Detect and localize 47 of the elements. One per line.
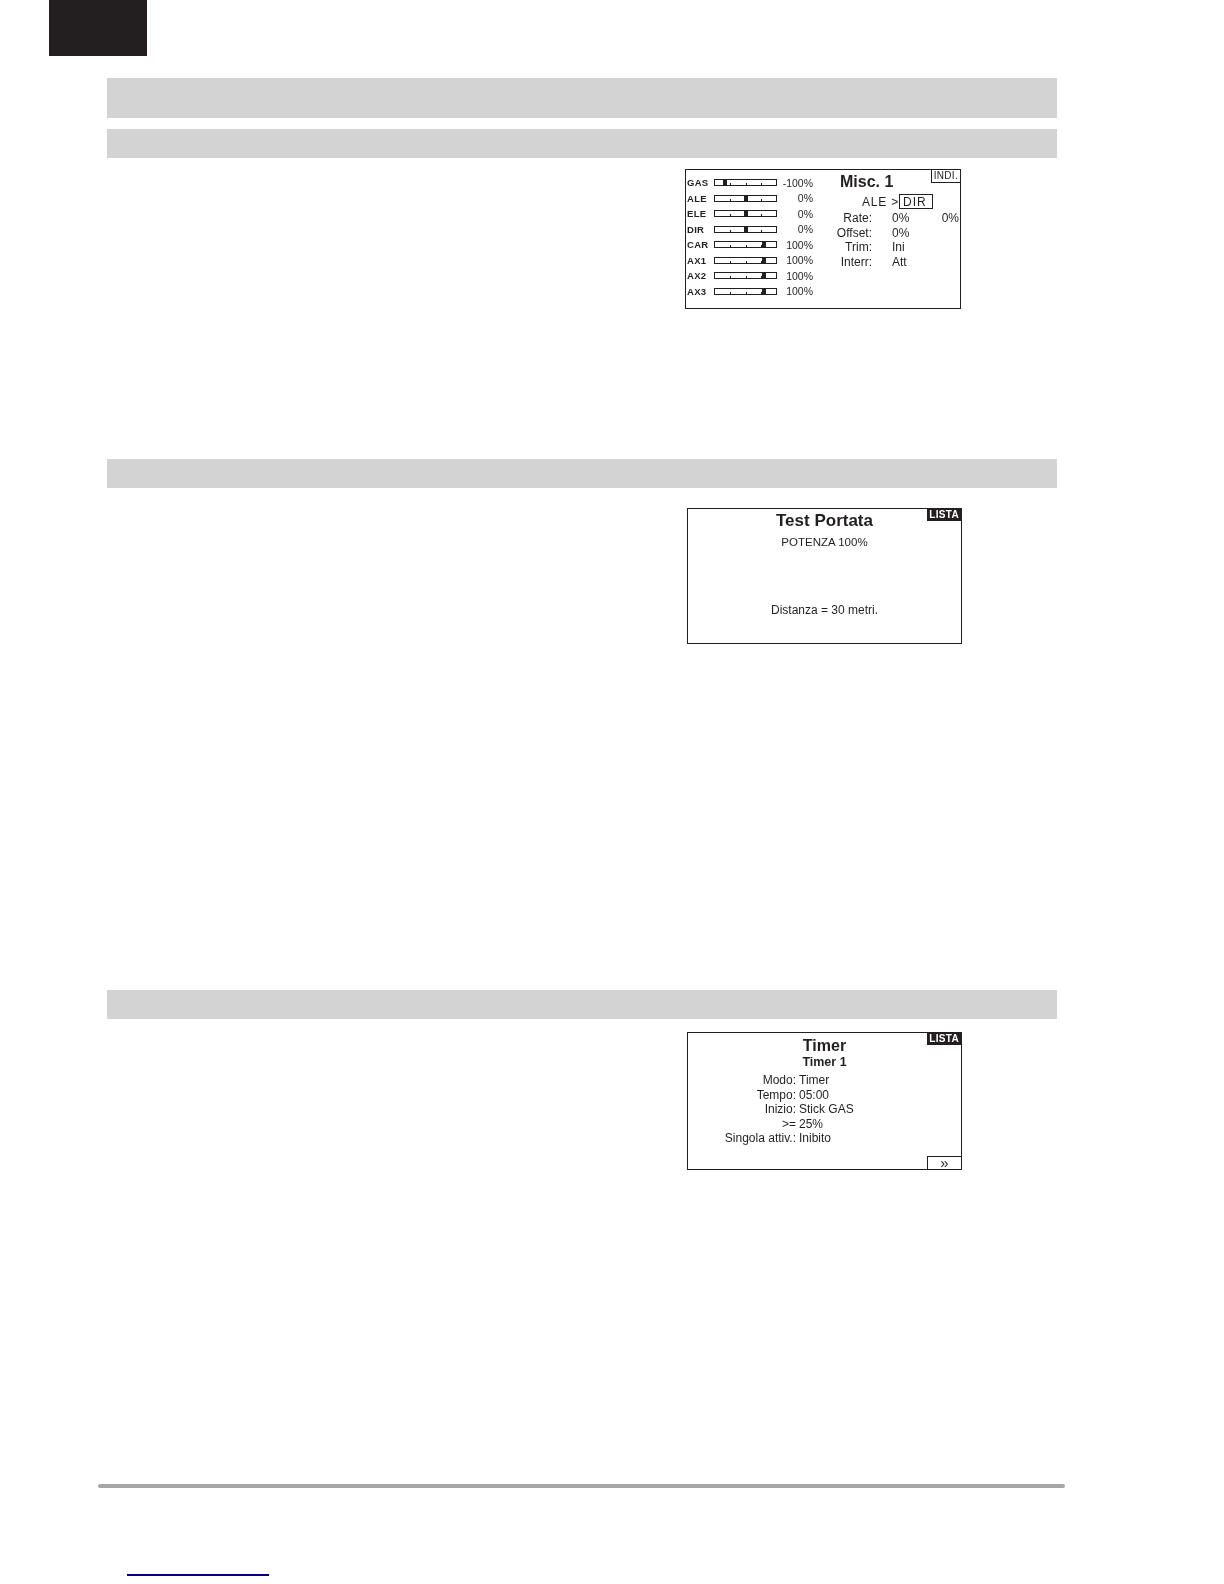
channel-reading: -100% [781, 176, 813, 189]
power-label: POTENZA 100% [781, 535, 868, 549]
field-value[interactable]: Stick GAS [799, 1102, 854, 1117]
channel-label: AX3 [686, 285, 708, 297]
channel-label: ELE [686, 208, 708, 220]
field-label: Modo: [761, 1073, 796, 1088]
field-value[interactable]: Inibito [799, 1131, 832, 1146]
corner-label: LISTA [927, 509, 961, 521]
channel-reading: 0% [796, 192, 813, 205]
channel-reading: 100% [785, 238, 813, 251]
target-channel-field[interactable]: DIR [899, 194, 933, 209]
screen-title: Misc. 1 [840, 173, 894, 190]
field-label: Inizio: [763, 1102, 796, 1117]
channel-reading: 100% [785, 285, 813, 298]
screen-title: Test Portata [776, 512, 873, 530]
corner-label: LISTA [927, 1033, 961, 1045]
field-value[interactable]: 0% [872, 211, 922, 226]
channel-label: AX1 [686, 254, 708, 266]
channel-label: DIR [686, 223, 706, 235]
field-label: Trim: [844, 240, 872, 255]
field-value[interactable]: Att [872, 254, 922, 269]
distance-label: Distanza = 30 metri. [770, 603, 878, 617]
field-label: Rate: [842, 211, 872, 226]
field-value[interactable]: Timer [799, 1073, 830, 1088]
channel-reading: 100% [785, 269, 813, 282]
channel-reading: 0% [796, 207, 813, 220]
field-value[interactable]: 25% [799, 1116, 824, 1131]
field-value[interactable]: 0% [922, 211, 960, 226]
field-label: Singola attiv.: [723, 1131, 796, 1146]
field-label: Interr: [839, 254, 872, 269]
screen-title: Timer [802, 1037, 847, 1054]
field-label: >= [781, 1116, 796, 1131]
field-label: Offset: [835, 225, 872, 240]
channel-reading: 0% [796, 223, 813, 236]
channel-label: ALE [686, 192, 708, 204]
source-channel: ALE > [862, 194, 900, 209]
field-value[interactable]: 05:00 [799, 1087, 830, 1102]
channel-reading: 100% [785, 254, 813, 267]
channel-label: CAR [686, 239, 710, 251]
corner-label: INDI. [930, 170, 960, 183]
screen-subtitle: Timer 1 [802, 1055, 847, 1069]
channel-label: GAS [686, 177, 710, 189]
field-value[interactable]: 0% [872, 225, 922, 240]
field-label: Tempo: [755, 1087, 796, 1102]
channel-label: AX2 [686, 270, 708, 282]
field-value[interactable]: Ini [872, 240, 922, 255]
next-button[interactable]: » [927, 1156, 961, 1169]
